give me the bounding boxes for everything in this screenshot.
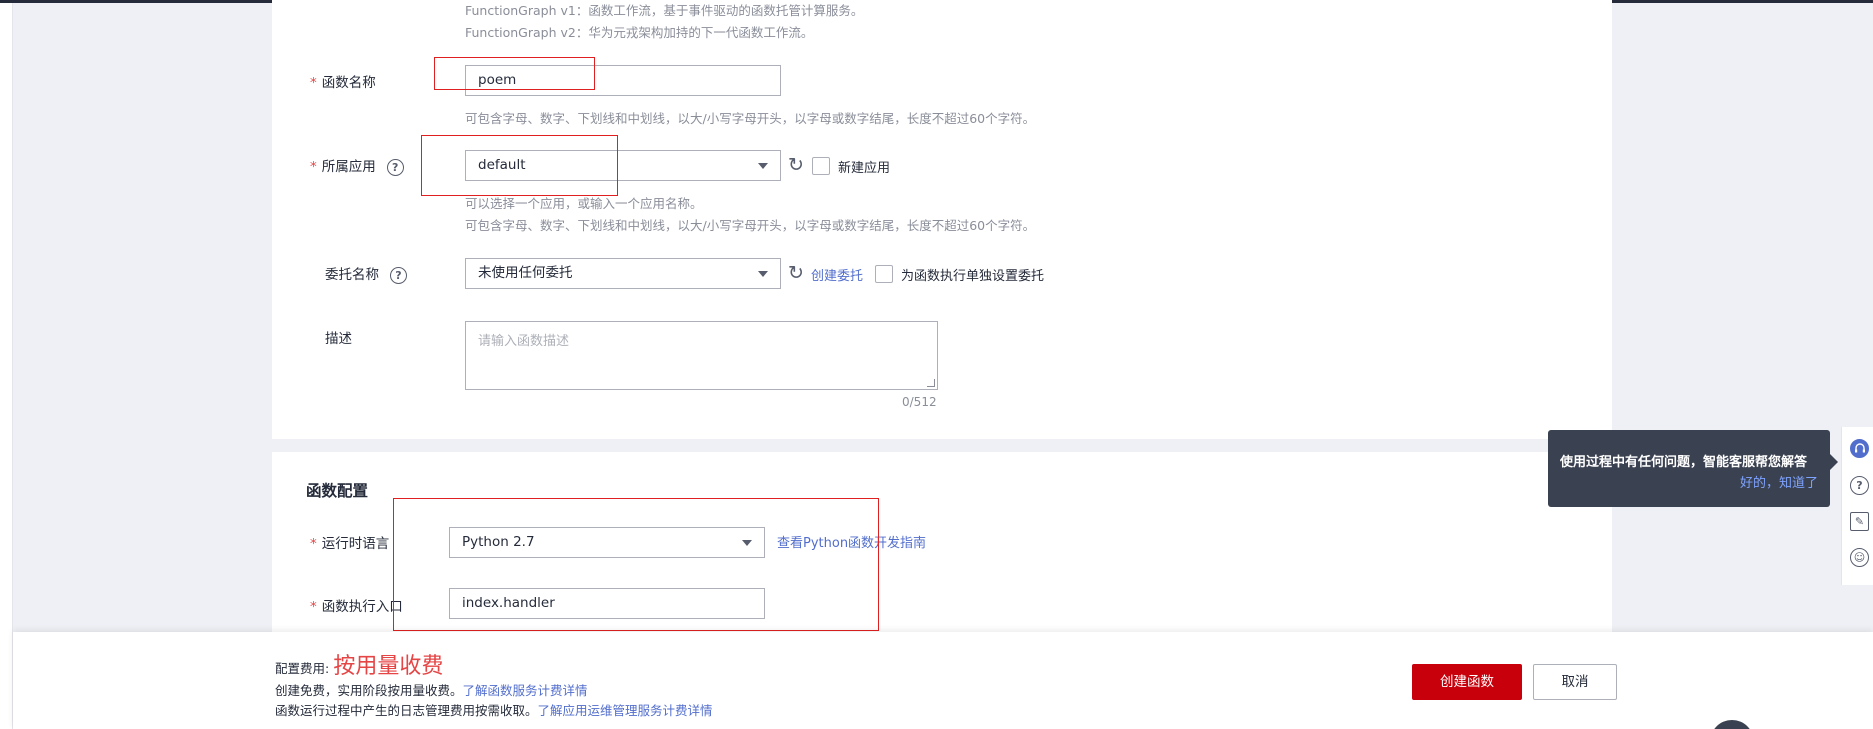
runtime-label: * 运行时语言: [310, 532, 389, 552]
highlight-box: [393, 498, 879, 631]
fee-label: 配置费用:: [275, 661, 330, 676]
tooltip-text: 使用过程中有任何问题，智能客服帮您解答: [1560, 455, 1808, 470]
left-rail: [0, 3, 13, 729]
side-rail: ? ✎ ☺: [1841, 427, 1873, 585]
bottom-bar: 配置费用: 按用量收费 创建免费，实用阶段按用量收费。了解函数服务计费详情 函数…: [13, 632, 1873, 729]
cancel-button[interactable]: 取消: [1533, 664, 1617, 700]
refresh-icon[interactable]: ↻: [788, 156, 804, 175]
smile-icon[interactable]: ☺: [1850, 548, 1869, 567]
agency-label-text: 委托名称: [325, 267, 379, 283]
create-agency-link[interactable]: 创建委托: [811, 265, 863, 284]
app-label-text: 所属应用: [321, 159, 376, 175]
app-label: * 所属应用?: [310, 155, 404, 176]
agency-select[interactable]: 未使用任何委托: [465, 258, 781, 289]
headset-icon[interactable]: [1850, 439, 1869, 458]
required-mark: *: [310, 159, 317, 175]
tooltip-ack-link[interactable]: 好的，知道了: [1740, 472, 1818, 491]
description-label: 描述: [325, 331, 352, 347]
function-name-label-text: 函数名称: [321, 75, 376, 91]
description-placeholder: 请输入函数描述: [478, 334, 570, 349]
required-mark: *: [310, 536, 317, 552]
required-mark: *: [310, 599, 317, 615]
fee-row: 配置费用: 按用量收费: [275, 648, 443, 680]
description-counter: 0/512: [902, 395, 937, 409]
aom-billing-link[interactable]: 了解应用运维管理服务计费详情: [538, 703, 713, 718]
highlight-box: [434, 57, 595, 90]
function-billing-link[interactable]: 了解函数服务计费详情: [463, 683, 588, 698]
version-hint-v1: FunctionGraph v1：函数工作流，基于事件驱动的函数托管计算服务。: [465, 3, 864, 18]
fee-line-1-text: 创建免费，实用阶段按用量收费。: [275, 683, 463, 698]
fee-line-2-text: 函数运行过程中产生的日志管理费用按需收取。: [275, 703, 538, 718]
feedback-icon[interactable]: ✎: [1850, 512, 1869, 531]
highlight-box: [421, 135, 618, 196]
version-hint-v2: FunctionGraph v2：华为元戎架构加持的下一代函数工作流。: [465, 25, 814, 40]
handler-label: * 函数执行入口: [310, 595, 403, 615]
fee-value: 按用量收费: [333, 654, 444, 679]
new-app-checkbox[interactable]: [812, 157, 830, 175]
handler-label-text: 函数执行入口: [321, 599, 403, 615]
runtime-label-text: 运行时语言: [321, 536, 390, 552]
create-function-button[interactable]: 创建函数: [1412, 664, 1522, 700]
refresh-icon[interactable]: ↻: [788, 264, 804, 283]
required-mark: *: [310, 75, 317, 91]
fee-line-1: 创建免费，实用阶段按用量收费。了解函数服务计费详情: [275, 680, 588, 699]
separate-agency-label: 为函数执行单独设置委托: [901, 269, 1045, 284]
help-icon[interactable]: ?: [386, 158, 404, 176]
agency-label: 委托名称?: [325, 263, 407, 284]
function-name-hint: 可包含字母、数字、下划线和中划线，以大/小写字母开头，以字母或数字结尾，长度不超…: [465, 111, 1036, 126]
help-icon[interactable]: ?: [390, 266, 407, 284]
assistant-tooltip: 使用过程中有任何问题，智能客服帮您解答 好的，知道了: [1548, 430, 1838, 507]
fee-line-2: 函数运行过程中产生的日志管理费用按需收取。了解应用运维管理服务计费详情: [275, 700, 713, 719]
app-hint-2: 可包含字母、数字、下划线和中划线，以大/小写字母开头，以字母或数字结尾，长度不超…: [465, 218, 1036, 233]
resize-handle[interactable]: [927, 379, 935, 387]
description-textarea[interactable]: 请输入函数描述: [465, 321, 938, 390]
headset-glyph: [1854, 442, 1865, 452]
separate-agency-checkbox[interactable]: [875, 265, 893, 283]
help-icon[interactable]: ?: [1850, 476, 1869, 495]
function-name-label: * 函数名称: [310, 71, 376, 91]
section-title: 函数配置: [306, 482, 369, 500]
new-app-label: 新建应用: [838, 161, 891, 176]
